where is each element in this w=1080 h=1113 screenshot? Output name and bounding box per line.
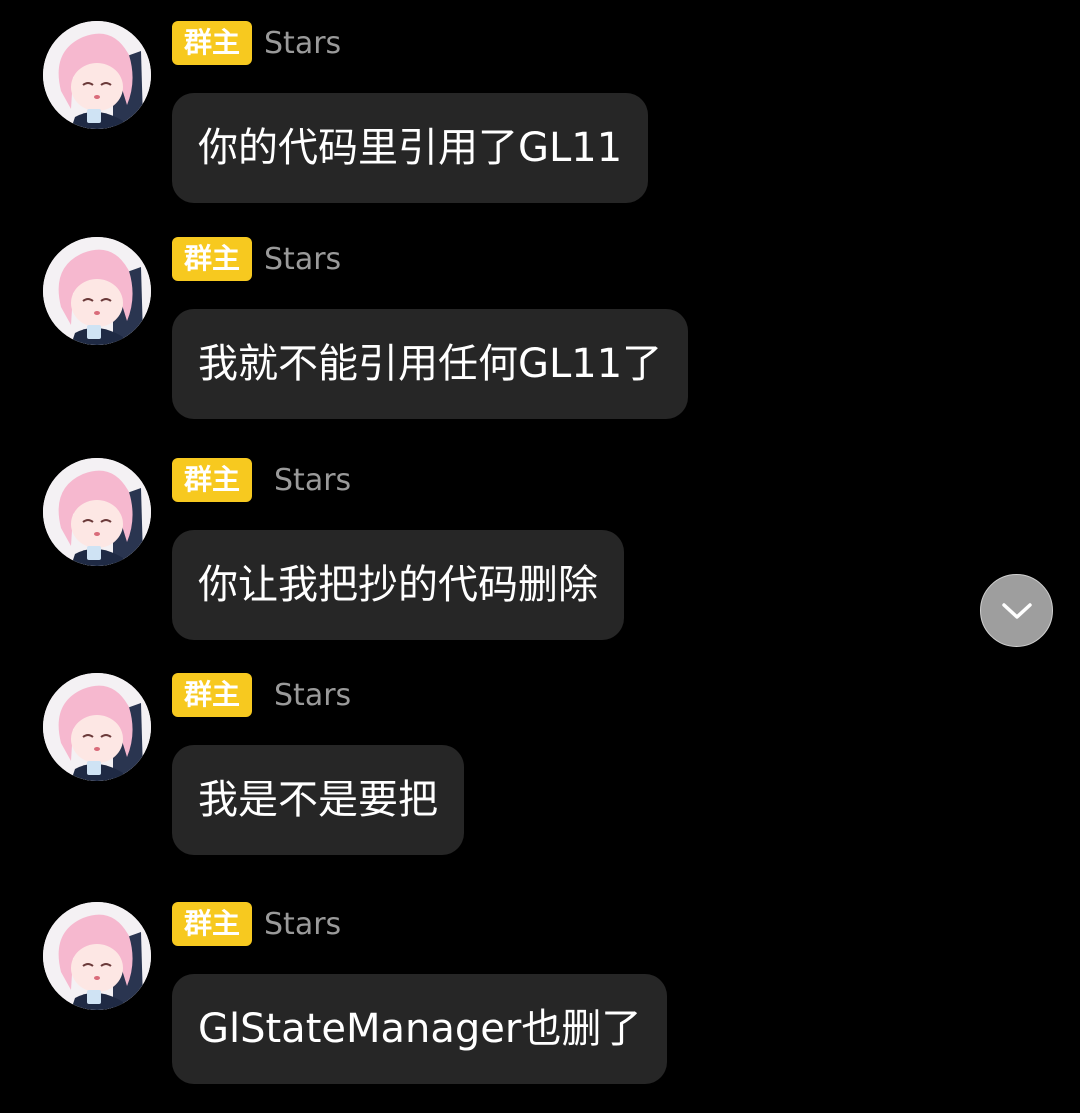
message-bubble[interactable]: 你的代码里引用了GL11 [172,93,649,203]
scroll-to-bottom-button[interactable] [980,574,1053,647]
owner-badge: 群主 [172,21,253,65]
message-item: 群主 Stars 我就不能引用任何GL11了 [0,237,1080,419]
sender-row: 群主 Stars [172,237,341,281]
message-bubble[interactable]: 你让我把抄的代码删除 [172,530,624,640]
message-bubble[interactable]: 我就不能引用任何GL11了 [172,309,689,419]
sender-row: 群主 Stars [172,673,351,717]
anime-avatar-icon [43,237,151,345]
owner-badge: 群主 [172,902,253,946]
owner-badge: 群主 [172,458,253,502]
sender-row: 群主 Stars [172,902,341,946]
message-item: 群主 Stars GlStateManager也删了 [0,902,1080,1084]
sender-name[interactable]: Stars [264,242,341,277]
message-item: 群主 Stars 你让我把抄的代码删除 [0,458,1080,640]
owner-badge: 群主 [172,673,253,717]
avatar[interactable] [43,21,151,129]
message-item: 群主 Stars 你的代码里引用了GL11 [0,21,1080,203]
avatar[interactable] [43,902,151,1010]
sender-name[interactable]: Stars [264,907,341,942]
message-item: 群主 Stars 我是不是要把 [0,673,1080,855]
sender-row: 群主 Stars [172,458,351,502]
avatar[interactable] [43,237,151,345]
anime-avatar-icon [43,673,151,781]
avatar[interactable] [43,458,151,566]
owner-badge: 群主 [172,237,253,281]
message-bubble[interactable]: GlStateManager也删了 [172,974,668,1084]
anime-avatar-icon [43,902,151,1010]
sender-name[interactable]: Stars [274,678,351,713]
message-bubble[interactable]: 我是不是要把 [172,745,464,855]
avatar[interactable] [43,673,151,781]
chevron-down-icon [1001,602,1032,619]
sender-name[interactable]: Stars [264,26,341,61]
sender-row: 群主 Stars [172,21,341,65]
sender-name[interactable]: Stars [274,463,351,498]
anime-avatar-icon [43,458,151,566]
anime-avatar-icon [43,21,151,129]
